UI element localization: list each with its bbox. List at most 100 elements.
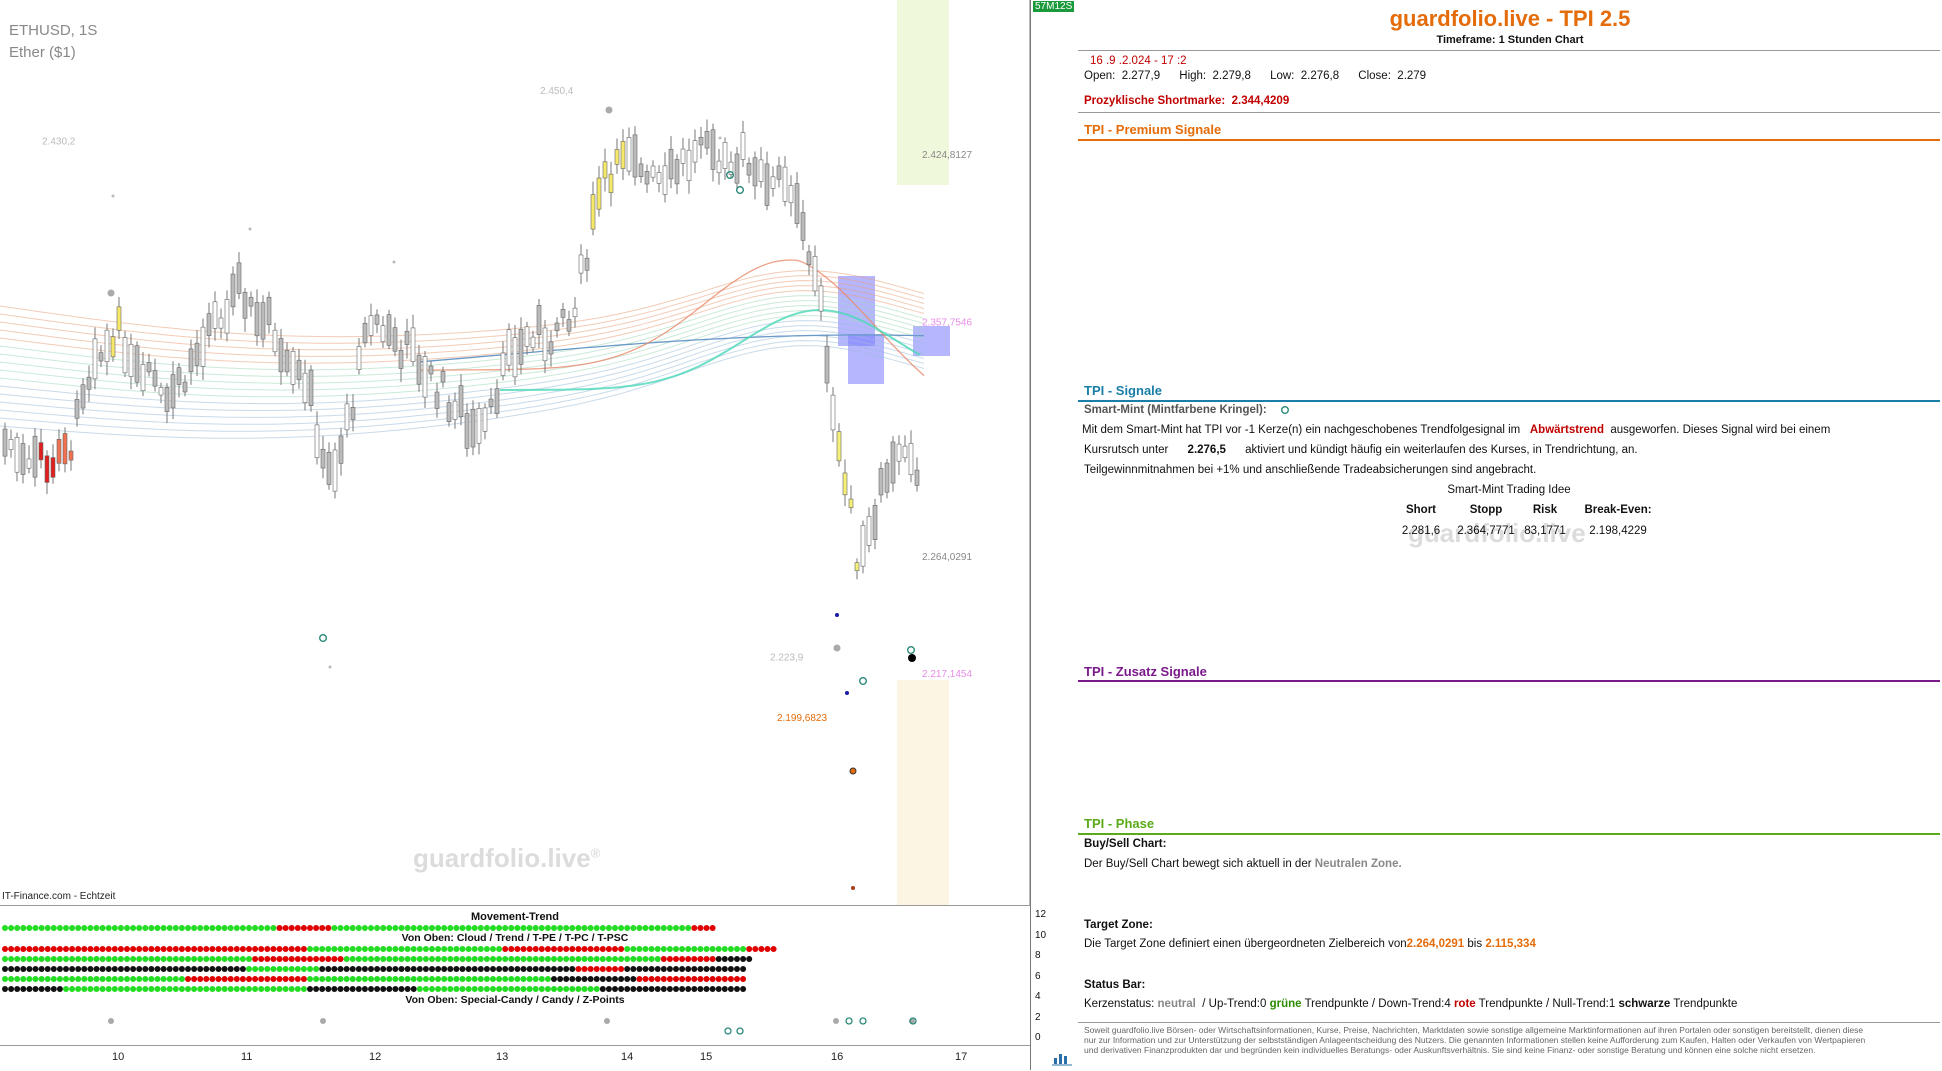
candle-body [566, 319, 572, 332]
trend-dot [221, 956, 228, 962]
trend-dot [343, 956, 350, 962]
trend-dot [361, 946, 368, 952]
trend-dot [502, 956, 509, 962]
trend-dot [398, 976, 405, 982]
trend-dot [709, 976, 716, 982]
trend-dot [587, 925, 594, 931]
trend-dot [258, 925, 265, 931]
trend-dot [178, 986, 185, 992]
trend-dot [105, 986, 112, 992]
trend-dot [276, 925, 283, 931]
trend-dot [691, 976, 698, 982]
trend-dot [410, 925, 417, 931]
trend-dot [459, 956, 466, 962]
candle-body [416, 354, 422, 385]
trend-dot [563, 956, 570, 962]
candle-body [518, 328, 524, 365]
trend-dot [331, 925, 338, 931]
trend-dot [612, 925, 618, 931]
trend-dot [154, 956, 161, 962]
trend-dot [502, 986, 509, 992]
trend-dot [404, 986, 411, 992]
trend-dot [44, 956, 51, 962]
trend-dot [636, 956, 643, 962]
trend-dot [154, 946, 161, 952]
trend-dot [605, 925, 612, 931]
trend-dot [349, 946, 356, 952]
candle-body [734, 153, 740, 184]
candle-body [788, 185, 794, 204]
trend-dot [477, 976, 484, 982]
candle-body [536, 305, 542, 335]
trend-dot [648, 946, 655, 952]
trend-dot [276, 976, 283, 982]
trend-dot [618, 986, 625, 992]
trend-dot [313, 966, 320, 972]
trend-dot [172, 925, 179, 931]
trend-dot [398, 986, 405, 992]
trend-dot [203, 925, 210, 931]
trend-dot [563, 946, 570, 952]
trend-dot [343, 925, 350, 931]
price-annotation: 2.264,0291 [922, 552, 972, 563]
signal-dot [248, 227, 252, 231]
candle-body [404, 330, 410, 345]
trend-dot [203, 986, 210, 992]
trend-dot [75, 946, 82, 952]
trend-dot [209, 986, 216, 992]
trend-dot [490, 925, 496, 931]
trend-dot [233, 925, 240, 931]
chart-settings-icon[interactable] [1052, 1050, 1072, 1066]
trend-dot [416, 925, 423, 931]
signal-dot [605, 106, 613, 114]
trend-dot [679, 956, 686, 962]
instrument-name: Ether ($1) [9, 44, 76, 61]
candle-body [590, 194, 596, 230]
trend-dot [618, 956, 625, 962]
trend-dot [99, 976, 106, 982]
trend-dot [26, 925, 33, 931]
movement-scale: 12 10 8 6 4 2 0 [1035, 906, 1065, 1046]
trend-dot [154, 986, 161, 992]
trend-dot [551, 946, 557, 952]
signal-dot [328, 665, 332, 669]
trend-dot [380, 925, 387, 931]
trend-dot [349, 956, 356, 962]
trend-dot [87, 986, 94, 992]
trend-dot [740, 956, 747, 962]
trend-dot [697, 925, 704, 931]
candle-body [158, 387, 164, 396]
trend-dot [38, 956, 45, 962]
trend-dot [14, 925, 21, 931]
trend-dot [111, 986, 118, 992]
trend-dot [56, 946, 63, 952]
chart-canvas[interactable]: 2.4802.4702.4602.4502.4402.4302.4202.410… [0, 0, 1030, 905]
trend-dot [136, 925, 143, 931]
candle-body [68, 450, 74, 461]
trend-dot [404, 946, 411, 952]
trend-dot [459, 966, 466, 972]
trend-dot [203, 966, 210, 972]
candy-ring [736, 1027, 744, 1035]
trend-dot [239, 956, 246, 962]
trend-dot [709, 925, 716, 931]
candle-body [2, 428, 8, 457]
mint-ring-icon [1280, 405, 1289, 414]
trend-dot [569, 986, 576, 992]
price-annotation: 2.357,7546 [922, 318, 972, 329]
trend-dot [734, 976, 740, 982]
candle-body [386, 314, 392, 346]
trend-dot [532, 966, 539, 972]
trend-dot [654, 986, 661, 992]
zusatz-divider [1078, 680, 1940, 682]
candle-body [44, 455, 50, 483]
trend-dot [416, 946, 423, 952]
trend-dot [349, 976, 356, 982]
price-chart[interactable]: 2.4802.4702.4602.4502.4402.4302.4202.410… [0, 0, 1075, 905]
trend-dot [654, 966, 661, 972]
trend-dot [2, 946, 8, 952]
trend-dot [557, 986, 564, 992]
trend-dot [605, 966, 612, 972]
trend-dot [209, 925, 216, 931]
trend-dot [691, 946, 698, 952]
